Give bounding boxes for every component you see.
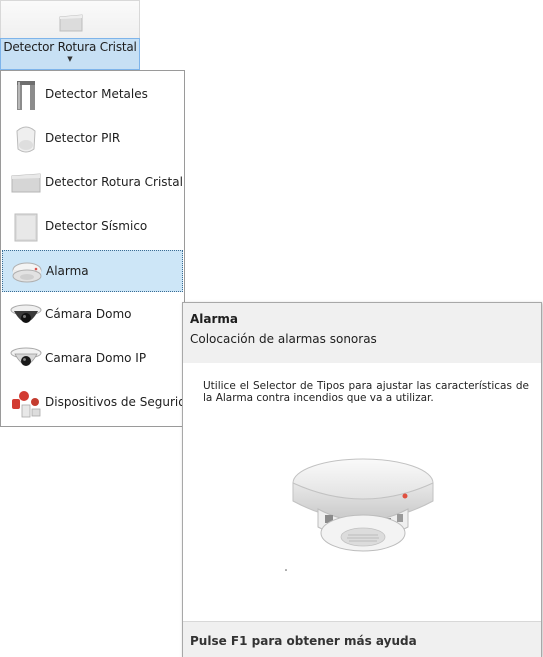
menu-item-camara-domo-ip[interactable]: Camara Domo IP (2, 338, 183, 380)
help-hint: Pulse F1 para obtener más ayuda (190, 634, 417, 648)
detector-type-ribbon-button[interactable]: Detector Rotura Cristal ▼ (0, 0, 140, 70)
smoke-alarm-image (285, 458, 434, 571)
menu-item-label: Detector Metales (45, 87, 148, 101)
tooltip-header: Alarma Colocación de alarmas sonoras (183, 303, 541, 363)
menu-item-label: Detector Sísmico (45, 219, 148, 233)
menu-item-label: Cámara Domo (45, 307, 132, 321)
menu-item-label: Camara Domo IP (45, 351, 147, 365)
dome-camera-icon (10, 304, 42, 323)
tooltip-title: Alarma (190, 312, 239, 326)
glass-break-detector-icon (11, 173, 41, 193)
menu-item-alarma[interactable]: Alarma (2, 250, 183, 292)
tooltip-description: Utilice el Selector de Tipos para ajusta… (203, 380, 529, 404)
detector-type-dropdown: Detector Metales Detector PIR Detector R… (0, 70, 201, 427)
menu-item-detector-rotura-cristal[interactable]: Detector Rotura Cristal (2, 162, 183, 204)
menu-item-detector-metales[interactable]: Detector Metales (2, 74, 183, 116)
smoke-alarm-icon (12, 262, 42, 283)
menu-item-detector-pir[interactable]: Detector PIR (2, 118, 183, 160)
menu-item-label: Detector PIR (45, 131, 121, 145)
tooltip-footer: Pulse F1 para obtener más ayuda (183, 621, 541, 657)
menu-item-detector-sismico[interactable]: Detector Sísmico (2, 206, 183, 248)
chevron-down-icon: ▼ (67, 55, 73, 63)
ribbon-button-top[interactable] (0, 0, 140, 38)
glass-break-detector-icon (59, 14, 83, 32)
metal-detector-icon (17, 81, 35, 110)
security-devices-icon (12, 391, 41, 418)
ribbon-button-dropdown[interactable]: Detector Rotura Cristal ▼ (0, 38, 140, 70)
menu-item-dispositivos-de-seguridad[interactable]: Dispositivos de Seguridad (2, 382, 201, 424)
tooltip-subtitle: Colocación de alarmas sonoras (190, 332, 377, 346)
menu-item-label: Alarma (46, 264, 89, 278)
seismic-detector-icon (14, 213, 38, 242)
menu-item-label: Detector Rotura Cristal (45, 175, 183, 189)
menu-item-camara-domo[interactable]: Cámara Domo (2, 294, 183, 336)
alarm-tooltip: Alarma Colocación de alarmas sonoras Uti… (182, 302, 542, 657)
menu-item-label: Dispositivos de Seguridad (45, 395, 201, 409)
pir-detector-icon (16, 126, 36, 153)
ip-dome-camera-icon (10, 347, 42, 366)
ribbon-button-label: Detector Rotura Cristal (3, 40, 137, 54)
